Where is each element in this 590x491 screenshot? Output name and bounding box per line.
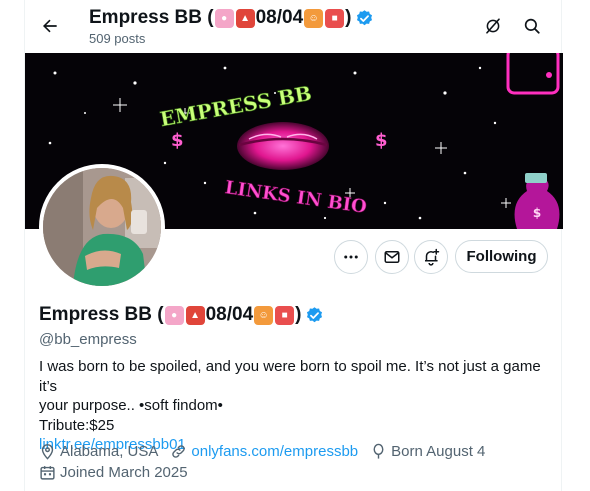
- birthday-text: Born August 4: [391, 442, 486, 460]
- search-icon: [524, 18, 540, 34]
- bio: I was born to be spoiled, and you were b…: [39, 357, 549, 455]
- verified-badge-icon: [357, 9, 373, 25]
- profile-meta: Alabama, USA onlyfans.com/empressbb Born…: [39, 441, 549, 483]
- partying-face-icon: ☺: [304, 8, 324, 28]
- post-count: 509 posts: [89, 31, 146, 46]
- message-icon: [384, 251, 400, 263]
- birthday-cake-icon: ●: [214, 8, 234, 28]
- partying-face-icon: ☺: [254, 305, 274, 325]
- search-button[interactable]: [515, 9, 549, 43]
- back-arrow-icon: [43, 19, 57, 33]
- bio-line: I was born to be spoiled, and you were b…: [39, 358, 541, 395]
- back-button[interactable]: [33, 9, 67, 43]
- notify-button[interactable]: [414, 240, 448, 274]
- joined-text: Joined March 2025: [60, 463, 188, 481]
- header-title-suffix: ): [345, 7, 352, 28]
- location-text: Alabama, USA: [60, 442, 159, 460]
- banner-dollar-right: $: [375, 130, 388, 151]
- avatar-photo: [43, 168, 161, 286]
- website-link[interactable]: onlyfans.com/empressbb: [191, 442, 358, 462]
- website-item[interactable]: onlyfans.com/empressbb: [170, 442, 358, 462]
- display-name-prefix: Empress BB (: [39, 304, 164, 325]
- display-name-suffix: ): [295, 304, 302, 325]
- grok-button[interactable]: [476, 9, 510, 43]
- link-icon: [172, 445, 186, 458]
- notify-icon: [425, 248, 440, 266]
- more-icon: [344, 255, 358, 259]
- banner-dollar-left: $: [171, 130, 184, 151]
- profile-header: Empress BB ( ● ▲ 08/04 ☺ ■ ) 509 posts: [25, 0, 563, 53]
- display-name: Empress BB ( ● ▲ 08/04 ☺ ■ ): [39, 303, 324, 327]
- birthday-cake-icon: ●: [164, 305, 184, 325]
- balloon-icon: [373, 443, 384, 459]
- user-handle: @bb_empress: [39, 331, 137, 348]
- grok-icon: [486, 18, 500, 34]
- birthday-item: Born August 4: [370, 442, 485, 462]
- calendar-icon: [40, 466, 55, 480]
- verified-badge-icon[interactable]: [305, 306, 324, 325]
- bio-line: Tribute:$25: [39, 416, 115, 434]
- message-button[interactable]: [375, 240, 409, 274]
- party-popper-icon: ▲: [235, 8, 255, 28]
- bio-line: your purpose.. •soft findom•: [39, 397, 223, 414]
- more-button[interactable]: [334, 240, 368, 274]
- header-title: Empress BB ( ● ▲ 08/04 ☺ ■ ): [89, 6, 374, 30]
- banner-subtitle-text: LINKS IN BIO: [224, 177, 368, 218]
- gift-icon: ■: [275, 305, 295, 325]
- header-title-block: Empress BB ( ● ▲ 08/04 ☺ ■ ) 509 posts: [89, 6, 374, 47]
- profile-column: Empress BB ( ● ▲ 08/04 ☺ ■ ) 509 posts E…: [24, 0, 563, 491]
- following-button[interactable]: Following: [455, 240, 548, 273]
- location-item: Alabama, USA: [39, 442, 158, 462]
- banner-bag-dollar: $: [533, 206, 541, 220]
- header-title-prefix: Empress BB (: [89, 7, 214, 28]
- party-popper-icon: ▲: [185, 305, 205, 325]
- location-pin-icon: [41, 444, 54, 460]
- joined-item: Joined March 2025: [39, 463, 188, 483]
- header-title-date: 08/04: [255, 7, 304, 28]
- avatar[interactable]: [39, 164, 165, 290]
- gift-icon: ■: [325, 8, 345, 28]
- display-name-date: 08/04: [205, 304, 254, 325]
